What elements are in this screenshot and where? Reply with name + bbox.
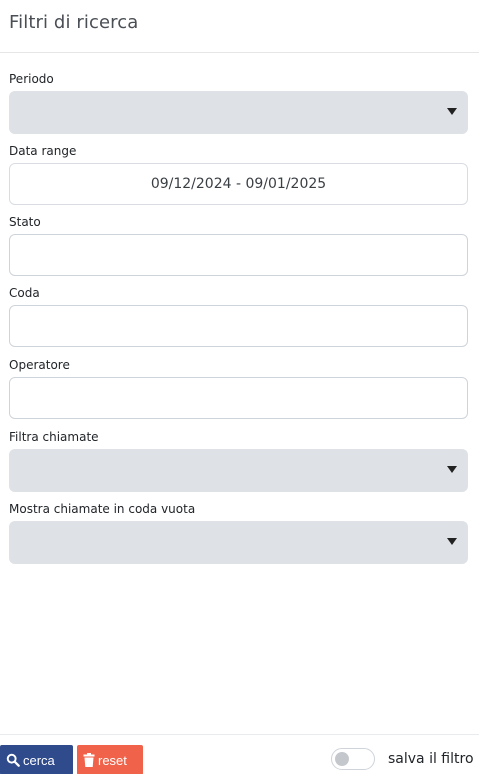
panel-header: Filtri di ricerca [0,0,479,53]
save-filter-toggle[interactable] [331,748,375,770]
reset-button[interactable]: reset [77,745,143,774]
coda-input[interactable] [9,305,468,347]
field-filtra-chiamate: Filtra chiamate [9,430,468,492]
caret-down-icon [447,538,457,545]
field-operatore: Operatore [9,358,468,419]
periodo-select[interactable] [9,91,468,134]
footer-bar: cerca reset salva il filtro [0,734,479,774]
periodo-label: Periodo [9,72,54,86]
stato-input[interactable] [9,234,468,276]
reset-button-label: reset [98,752,127,768]
operatore-input[interactable] [9,377,468,419]
field-data-range: Data range 09/12/2024 - 09/01/2025 [9,144,468,205]
coda-label: Coda [9,286,40,300]
search-icon [6,753,20,767]
save-filter-label: salva il filtro [388,751,474,767]
field-mostra-coda-vuota: Mostra chiamate in coda vuota [9,502,468,564]
field-coda: Coda [9,286,468,347]
mostra-coda-vuota-label: Mostra chiamate in coda vuota [9,502,196,516]
search-button[interactable]: cerca [0,745,73,774]
caret-down-icon [447,108,457,115]
caret-down-icon [447,466,457,473]
toggle-knob [335,752,349,766]
page-title: Filtri di ricerca [9,12,139,33]
field-periodo: Periodo [9,72,468,134]
operatore-label: Operatore [9,358,70,372]
data-range-label: Data range [9,144,77,158]
data-range-input[interactable]: 09/12/2024 - 09/01/2025 [9,163,468,205]
stato-label: Stato [9,215,41,229]
field-stato: Stato [9,215,468,276]
mostra-coda-vuota-select[interactable] [9,521,468,564]
search-button-label: cerca [23,752,55,768]
filtra-chiamate-label: Filtra chiamate [9,430,99,444]
filtra-chiamate-select[interactable] [9,449,468,492]
trash-icon [83,753,95,767]
